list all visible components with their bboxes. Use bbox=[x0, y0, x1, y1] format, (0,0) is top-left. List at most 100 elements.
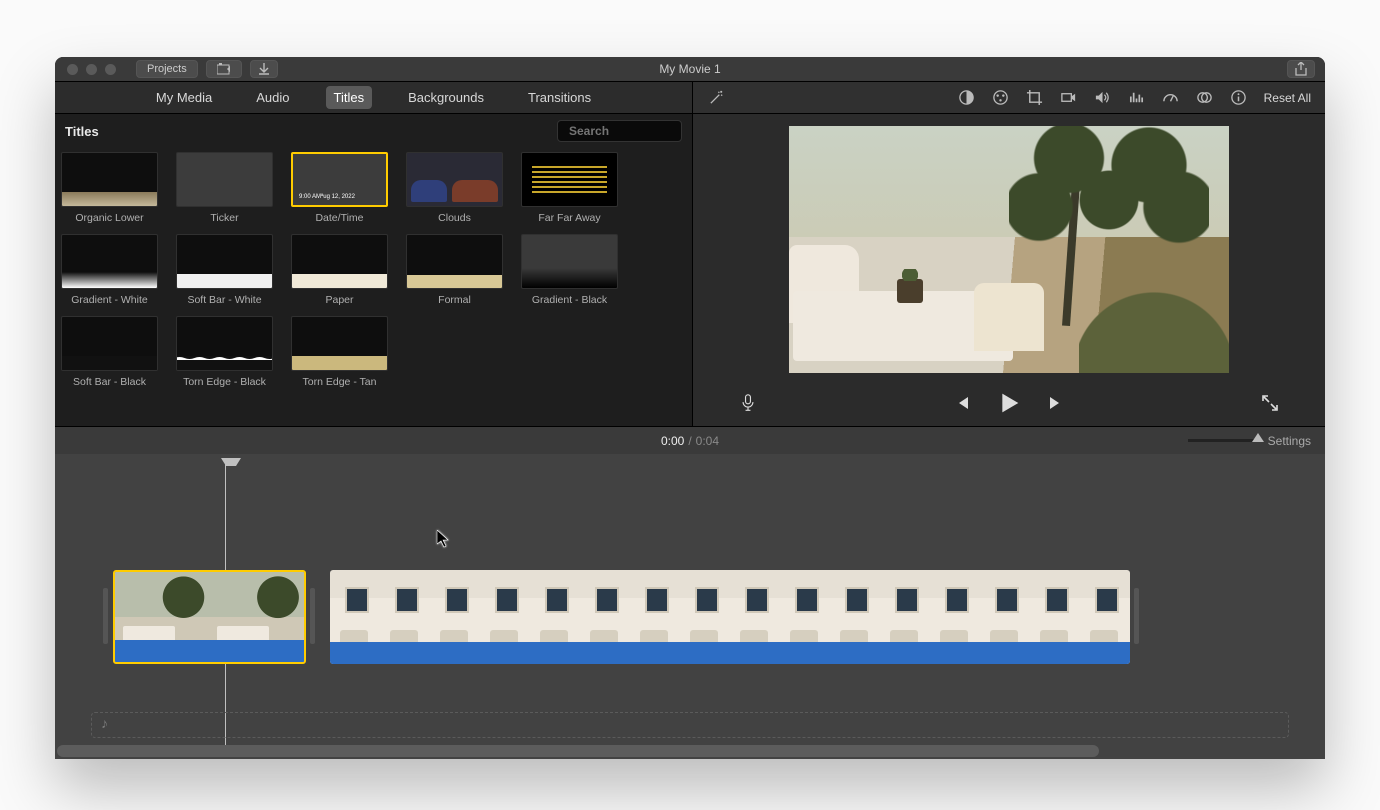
next-button[interactable] bbox=[1047, 394, 1065, 417]
title-thumbnail[interactable] bbox=[61, 316, 158, 371]
stabilize-button[interactable] bbox=[1060, 89, 1078, 107]
previous-button[interactable] bbox=[953, 394, 971, 417]
speedometer-icon bbox=[1162, 89, 1179, 106]
title-item-clouds[interactable]: Clouds bbox=[406, 152, 503, 224]
zoom-knob[interactable] bbox=[1252, 433, 1264, 442]
timeline[interactable]: ♪ bbox=[55, 454, 1325, 759]
tab-transitions[interactable]: Transitions bbox=[520, 86, 599, 109]
info-button[interactable] bbox=[1230, 89, 1248, 107]
title-item-gradient-black[interactable]: Gradient - Black bbox=[521, 234, 618, 306]
title-item-soft-bar-black[interactable]: Soft Bar - Black bbox=[61, 316, 158, 388]
title-thumbnail[interactable] bbox=[521, 234, 618, 289]
tab-audio[interactable]: Audio bbox=[248, 86, 297, 109]
titles-grid: Organic LowerTickerDate/TimeClouds Far Fa… bbox=[55, 148, 692, 398]
download-icon bbox=[259, 63, 269, 75]
play-button[interactable] bbox=[997, 391, 1021, 420]
tab-my-media[interactable]: My Media bbox=[148, 86, 220, 109]
title-thumbnail[interactable] bbox=[61, 234, 158, 289]
media-browser-pane: My Media Audio Titles Backgrounds Transition… bbox=[55, 81, 693, 426]
title-thumbnail[interactable] bbox=[176, 234, 273, 289]
clip-audio-strip[interactable] bbox=[330, 642, 1130, 664]
voiceover-button[interactable] bbox=[739, 394, 757, 417]
title-thumbnail[interactable] bbox=[406, 152, 503, 207]
browser-title: Titles bbox=[65, 124, 99, 139]
projects-button[interactable]: Projects bbox=[136, 60, 198, 78]
filter-button[interactable] bbox=[1196, 89, 1214, 107]
volume-button[interactable] bbox=[1094, 89, 1112, 107]
title-thumbnail[interactable] bbox=[61, 152, 158, 207]
title-bar: Projects My Movie 1 bbox=[55, 57, 1325, 81]
browser-header: Titles bbox=[55, 114, 692, 148]
title-label: Far Far Away bbox=[521, 212, 618, 224]
title-item-torn-edge-tan[interactable]: Torn Edge - Tan bbox=[291, 316, 388, 388]
title-thumbnail[interactable] bbox=[291, 152, 388, 207]
speed-button[interactable] bbox=[1162, 89, 1180, 107]
crop-icon bbox=[1026, 89, 1043, 106]
tab-titles[interactable]: Titles bbox=[326, 86, 373, 109]
timeline-header-bar: 0:00 / 0:04 Settings bbox=[55, 426, 1325, 454]
download-button[interactable] bbox=[250, 60, 278, 78]
clip-trim-handle[interactable] bbox=[310, 588, 315, 644]
previous-icon bbox=[953, 394, 971, 412]
title-thumbnail[interactable] bbox=[291, 234, 388, 289]
play-icon bbox=[997, 391, 1021, 415]
title-item-formal[interactable]: Formal bbox=[406, 234, 503, 306]
color-correction-button[interactable] bbox=[992, 89, 1010, 107]
search-field[interactable] bbox=[557, 120, 682, 142]
title-item-far-far-away[interactable]: Far Far Away bbox=[521, 152, 618, 224]
minimize-window-button[interactable] bbox=[86, 64, 97, 75]
fullscreen-button[interactable] bbox=[1261, 394, 1279, 417]
current-time: 0:00 bbox=[661, 434, 684, 448]
title-thumbnail[interactable] bbox=[291, 316, 388, 371]
playback-controls bbox=[693, 384, 1325, 426]
title-label: Gradient - White bbox=[61, 294, 158, 306]
timeline-settings-button[interactable]: Settings bbox=[1268, 434, 1311, 448]
clip-trim-handle[interactable] bbox=[103, 588, 108, 644]
title-label: Paper bbox=[291, 294, 388, 306]
enhance-button[interactable] bbox=[707, 89, 725, 107]
timeline-clip-1[interactable] bbox=[113, 570, 306, 664]
preview-viewer[interactable] bbox=[693, 114, 1325, 384]
clip-trim-handle[interactable] bbox=[1134, 588, 1139, 644]
title-item-ticker[interactable]: Ticker bbox=[176, 152, 273, 224]
title-label: Gradient - Black bbox=[521, 294, 618, 306]
music-note-icon: ♪ bbox=[101, 715, 108, 731]
audio-track-dropzone[interactable] bbox=[91, 712, 1289, 738]
palette-icon bbox=[992, 89, 1009, 106]
crop-button[interactable] bbox=[1026, 89, 1044, 107]
title-item-gradient-white[interactable]: Gradient - White bbox=[61, 234, 158, 306]
scrollbar-thumb[interactable] bbox=[57, 745, 1099, 757]
title-item-organic-lower[interactable]: Organic Lower bbox=[61, 152, 158, 224]
adjustments-toolbar: Reset All bbox=[693, 82, 1325, 114]
title-thumbnail[interactable] bbox=[521, 152, 618, 207]
title-thumbnail[interactable] bbox=[176, 152, 273, 207]
timeline-scrollbar[interactable] bbox=[57, 745, 1313, 757]
close-window-button[interactable] bbox=[67, 64, 78, 75]
next-icon bbox=[1047, 394, 1065, 412]
equalizer-icon bbox=[1128, 89, 1145, 106]
expand-icon bbox=[1261, 394, 1279, 412]
title-thumbnail[interactable] bbox=[406, 234, 503, 289]
eq-button[interactable] bbox=[1128, 89, 1146, 107]
color-balance-button[interactable] bbox=[958, 89, 976, 107]
import-button[interactable] bbox=[206, 60, 242, 78]
timeline-clip-2[interactable] bbox=[330, 570, 1130, 664]
title-item-torn-edge-black[interactable]: Torn Edge - Black bbox=[176, 316, 273, 388]
mouse-cursor bbox=[437, 530, 451, 553]
zoom-window-button[interactable] bbox=[105, 64, 116, 75]
share-button[interactable] bbox=[1287, 60, 1315, 78]
title-label: Soft Bar - Black bbox=[61, 376, 158, 388]
half-circle-icon bbox=[958, 89, 975, 106]
clip-audio-strip[interactable] bbox=[115, 640, 304, 662]
title-item-soft-bar-white[interactable]: Soft Bar - White bbox=[176, 234, 273, 306]
zoom-slider[interactable] bbox=[1188, 439, 1260, 442]
title-item-paper[interactable]: Paper bbox=[291, 234, 388, 306]
title-thumbnail[interactable] bbox=[176, 316, 273, 371]
title-label: Formal bbox=[406, 294, 503, 306]
tab-backgrounds[interactable]: Backgrounds bbox=[400, 86, 492, 109]
media-tabs: My Media Audio Titles Backgrounds Transition… bbox=[55, 82, 692, 114]
app-window: Projects My Movie 1 My Media Audio Titles B… bbox=[55, 57, 1325, 759]
reset-all-button[interactable]: Reset All bbox=[1264, 91, 1311, 105]
title-item-date-time[interactable]: Date/Time bbox=[291, 152, 388, 224]
share-icon bbox=[1295, 62, 1307, 76]
